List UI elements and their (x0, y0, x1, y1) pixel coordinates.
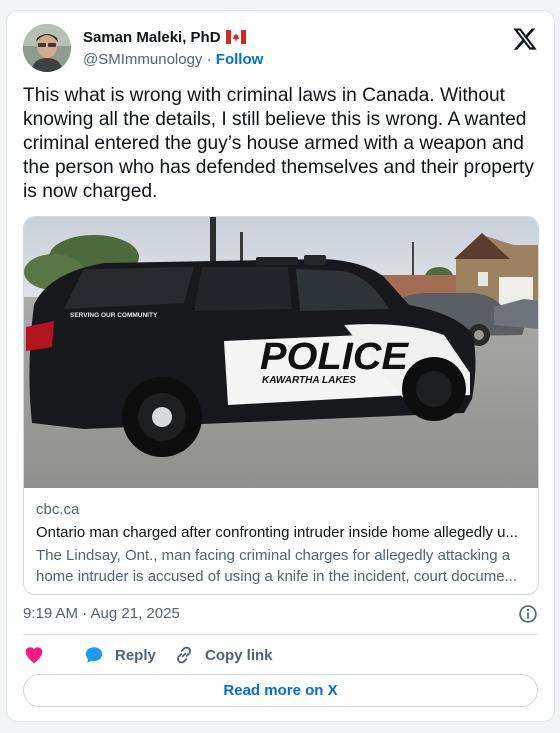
author-name[interactable]: Saman Maleki, PhD (83, 29, 221, 46)
separator-dot: · (206, 51, 212, 68)
handle-row: @SMImmunology · Follow (83, 51, 263, 68)
timestamp-row: 9:19 AM · Aug 21, 2025 (23, 603, 538, 625)
link-domain: cbc.ca (36, 501, 80, 518)
divider (23, 634, 538, 635)
avatar-photo (23, 24, 71, 72)
like-button[interactable] (23, 643, 45, 667)
link-icon (177, 646, 191, 664)
police-car-image: SERVING OUR COMMUNITY POLICE KAWARTHA LA… (24, 217, 538, 488)
link-title[interactable]: Ontario man charged after confronting in… (36, 522, 526, 544)
info-icon[interactable] (518, 604, 538, 624)
copy-link-button[interactable]: Copy link (173, 643, 273, 667)
heart-icon (25, 647, 43, 664)
display-name[interactable]: Saman Maleki, PhD (83, 29, 246, 46)
tweet-embed-card: Saman Maleki, PhD @SMImmunology · Follow… (6, 10, 555, 722)
tweet-text: This what is wrong with criminal laws in… (23, 85, 534, 202)
door-text: SERVING OUR COMMUNITY (70, 312, 158, 319)
read-more-button[interactable]: Read more on X (23, 674, 538, 707)
canada-flag-icon (225, 30, 246, 44)
action-bar: Reply Copy link (23, 643, 538, 667)
x-logo-icon[interactable] (512, 26, 538, 52)
kawartha-lakes-text: KAWARTHA LAKES (262, 375, 356, 386)
police-text: POLICE (260, 336, 410, 378)
reply-button[interactable]: Reply (83, 643, 156, 667)
reply-bubble-icon (85, 647, 103, 663)
link-preview-card[interactable]: SERVING OUR COMMUNITY POLICE KAWARTHA LA… (23, 216, 539, 595)
copy-link-label: Copy link (205, 646, 273, 664)
timestamp[interactable]: 9:19 AM · Aug 21, 2025 (23, 605, 180, 622)
tweet-header: Saman Maleki, PhD @SMImmunology · Follow (23, 24, 538, 72)
link-description-line-1: The Lindsay, Ont., man facing criminal c… (36, 547, 511, 564)
avatar[interactable] (23, 24, 71, 72)
author-handle[interactable]: @SMImmunology (83, 51, 202, 68)
link-meta: cbc.ca Ontario man charged after confron… (36, 500, 526, 587)
reply-label: Reply (115, 646, 156, 664)
link-description-line-2: home intruder is accused of using a knif… (36, 567, 518, 585)
follow-button[interactable]: Follow (216, 51, 264, 68)
link-description: The Lindsay, Ont., man facing criminal c… (36, 546, 526, 587)
